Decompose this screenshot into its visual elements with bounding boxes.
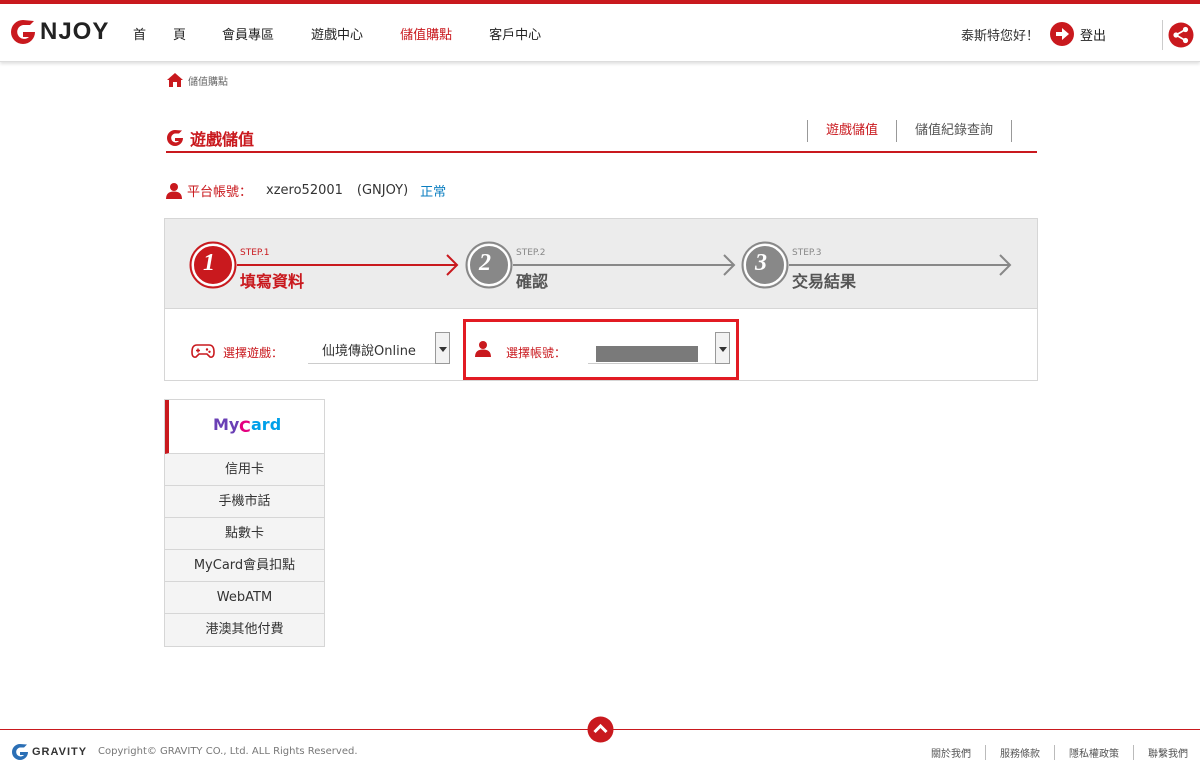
footer-link-contact[interactable]: 聯繫我們 bbox=[1133, 745, 1188, 760]
payment-method-list: My C ard 信用卡 手機市話 點數卡 MyCard會員扣點 WebATM … bbox=[164, 399, 325, 647]
nav-topup[interactable]: 儲值購點 bbox=[400, 24, 452, 43]
step1-label: 填寫資料 bbox=[240, 272, 305, 291]
payment-mobile[interactable]: 手機市話 bbox=[165, 486, 324, 518]
nav-member[interactable]: 會員專區 bbox=[222, 24, 274, 43]
tab-topup-history[interactable]: 儲值紀錄查詢 bbox=[896, 120, 1013, 142]
section-tabs: 遊戲儲值 儲值紀錄查詢 bbox=[807, 120, 1013, 142]
game-select-value: 仙境傳說Online bbox=[322, 344, 416, 359]
payment-point-card[interactable]: 點數卡 bbox=[165, 518, 324, 550]
payment-hk-macau[interactable]: 港澳其他付費 bbox=[165, 614, 324, 646]
user-icon bbox=[475, 341, 491, 357]
payment-webatm[interactable]: WebATM bbox=[165, 582, 324, 614]
payment-mycard[interactable]: My C ard bbox=[165, 400, 324, 454]
copyright-text: Copyright© GRAVITY CO., Ltd. ALL Rights … bbox=[98, 746, 358, 757]
main-nav: 首 頁 會員專區 遊戲中心 儲值購點 客戶中心 bbox=[133, 24, 541, 43]
nav-home-1[interactable]: 首 bbox=[133, 24, 146, 43]
logo-text: NJOY bbox=[40, 18, 110, 45]
tab-game-topup[interactable]: 遊戲儲值 bbox=[807, 120, 896, 142]
steps-progress-graphic bbox=[189, 241, 1012, 289]
header-divider bbox=[1162, 20, 1163, 50]
svg-text:My: My bbox=[213, 415, 240, 434]
gnjoy-mark-icon bbox=[167, 130, 183, 146]
user-icon bbox=[166, 183, 182, 199]
step1-small-label: STEP.1 bbox=[240, 248, 270, 258]
platform-account-label: 平台帳號： bbox=[187, 185, 253, 200]
platform-account-platform: (GNJOY) bbox=[356, 183, 409, 198]
gnjoy-g-icon bbox=[11, 20, 35, 44]
step3-label: 交易結果 bbox=[792, 272, 857, 291]
account-redaction bbox=[596, 346, 698, 362]
home-icon[interactable] bbox=[166, 72, 184, 88]
selection-panel: 選擇遊戲： 仙境傳說Online 選擇帳號： bbox=[164, 308, 1038, 381]
payment-mycard-member[interactable]: MyCard會員扣點 bbox=[165, 550, 324, 582]
game-select[interactable]: 仙境傳說Online bbox=[308, 332, 450, 364]
share-icon bbox=[1168, 22, 1194, 48]
breadcrumb: 儲值購點 bbox=[166, 72, 228, 88]
game-select-dropdown-icon[interactable] bbox=[435, 332, 450, 364]
account-select-highlight: 選擇帳號： bbox=[463, 319, 739, 380]
footer-link-terms[interactable]: 服務條款 bbox=[985, 745, 1054, 760]
nav-games[interactable]: 遊戲中心 bbox=[311, 24, 363, 43]
breadcrumb-current: 儲值購點 bbox=[188, 76, 228, 88]
platform-account-id: xzero52001 bbox=[266, 183, 343, 198]
mycard-logo: My C ard bbox=[213, 415, 281, 436]
gravity-brand: GRAVITY bbox=[32, 746, 88, 758]
svg-text:ard: ard bbox=[251, 415, 281, 434]
footer-link-privacy[interactable]: 隱私權政策 bbox=[1054, 745, 1133, 760]
gamepad-icon bbox=[191, 344, 215, 358]
step3-number: 3 bbox=[755, 250, 767, 276]
nav-support[interactable]: 客戶中心 bbox=[489, 24, 541, 43]
section-title: 遊戲儲值 bbox=[166, 126, 254, 150]
section-underline bbox=[166, 151, 1037, 153]
logout-button[interactable]: 登出 bbox=[1049, 21, 1106, 47]
account-status: 正常 bbox=[420, 185, 447, 200]
site-header: NJOY 首 頁 會員專區 遊戲中心 儲值購點 客戶中心 泰斯特您好！ 登出 bbox=[0, 4, 1200, 62]
game-select-label: 選擇遊戲： bbox=[223, 346, 284, 360]
step1-number: 1 bbox=[203, 250, 215, 276]
steps-panel: 1 2 3 STEP.1 填寫資料 STEP.2 確認 STEP.3 交易結果 bbox=[164, 218, 1038, 309]
platform-account: 平台帳號： xzero52001 (GNJOY) 正常 bbox=[166, 181, 446, 200]
page-title: 遊戲儲值 bbox=[190, 130, 255, 149]
step2-label: 確認 bbox=[516, 272, 549, 291]
step2-number: 2 bbox=[479, 250, 491, 276]
user-greeting: 泰斯特您好！ bbox=[961, 29, 1040, 44]
share-button[interactable] bbox=[1168, 22, 1194, 52]
gnjoy-logo[interactable]: NJOY bbox=[8, 17, 109, 47]
chevron-up-icon bbox=[587, 716, 614, 743]
payment-credit-card[interactable]: 信用卡 bbox=[165, 454, 324, 486]
svg-text:C: C bbox=[239, 417, 251, 436]
account-select-dropdown-icon[interactable] bbox=[715, 332, 730, 364]
logout-label: 登出 bbox=[1080, 28, 1107, 44]
gravity-mark-icon bbox=[12, 744, 28, 760]
arrow-right-circle-icon bbox=[1050, 22, 1074, 46]
back-to-top-button[interactable] bbox=[587, 716, 614, 747]
step3-small-label: STEP.3 bbox=[792, 248, 822, 258]
step2-small-label: STEP.2 bbox=[516, 248, 546, 258]
gravity-logo: GRAVITY bbox=[11, 743, 87, 761]
footer-link-about[interactable]: 關於我們 bbox=[917, 745, 985, 760]
account-select-label: 選擇帳號： bbox=[506, 346, 567, 360]
nav-home-2[interactable]: 頁 bbox=[173, 24, 186, 43]
footer-links: 關於我們 服務條款 隱私權政策 聯繫我們 bbox=[917, 745, 1188, 760]
